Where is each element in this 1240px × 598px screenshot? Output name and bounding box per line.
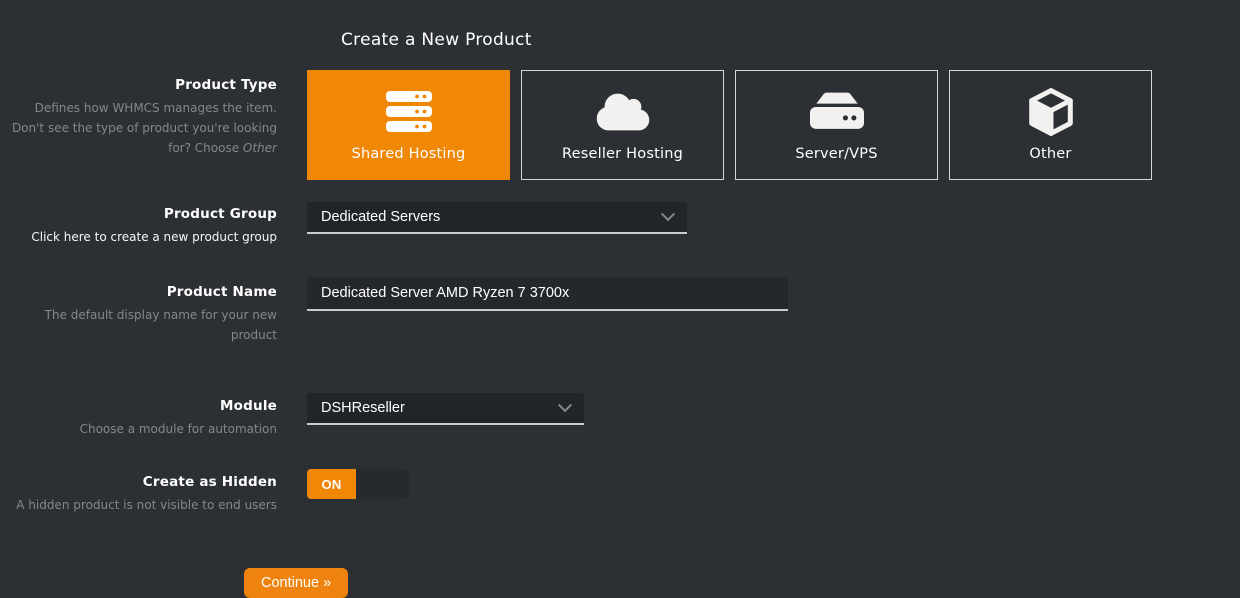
product-type-description-text: Defines how WHMCS manages the item. Don'… xyxy=(12,101,277,155)
create-product-page: Create a New Product Product Type Define… xyxy=(0,0,1240,535)
product-type-option-shared-hosting[interactable]: Shared Hosting xyxy=(307,70,510,180)
module-selected-value: DSHReseller xyxy=(321,400,405,416)
product-type-options: Shared Hosting Reseller Hosting xyxy=(307,70,1152,180)
product-name-input[interactable] xyxy=(307,277,788,311)
chevron-down-icon xyxy=(558,398,572,412)
product-type-option-label: Shared Hosting xyxy=(352,146,466,162)
product-type-option-label: Reseller Hosting xyxy=(562,146,683,162)
toggle-on-segment: ON xyxy=(307,469,356,499)
server-stack-icon xyxy=(386,89,432,135)
toggle-off-segment xyxy=(356,469,409,499)
product-type-option-reseller-hosting[interactable]: Reseller Hosting xyxy=(521,70,724,180)
chevron-down-icon xyxy=(661,207,675,221)
module-select[interactable]: DSHReseller xyxy=(307,393,584,425)
module-label-col: Module Choose a module for automation xyxy=(0,393,307,439)
product-group-select[interactable]: Dedicated Servers xyxy=(307,202,687,234)
create-as-hidden-description: A hidden product is not visible to end u… xyxy=(0,495,277,515)
product-type-option-other[interactable]: Other xyxy=(949,70,1152,180)
product-group-row: Product Group Click here to create a new… xyxy=(0,202,1240,247)
product-group-label-col: Product Group Click here to create a new… xyxy=(0,202,307,247)
continue-button[interactable]: Continue » xyxy=(244,568,348,598)
module-row: Module Choose a module for automation DS… xyxy=(0,393,1240,439)
product-type-option-label: Other xyxy=(1029,146,1071,162)
product-type-option-server-vps[interactable]: Server/VPS xyxy=(735,70,938,180)
cube-icon xyxy=(1028,89,1074,135)
cloud-icon xyxy=(595,89,651,135)
product-name-label-col: Product Name The default display name fo… xyxy=(0,277,307,345)
hdd-icon xyxy=(810,89,864,135)
product-type-description: Defines how WHMCS manages the item. Don'… xyxy=(0,98,277,158)
create-as-hidden-row: Create as Hidden A hidden product is not… xyxy=(0,469,1240,515)
product-type-description-emphasis: Other xyxy=(243,141,277,155)
product-type-option-label: Server/VPS xyxy=(795,146,877,162)
create-as-hidden-label: Create as Hidden xyxy=(0,474,277,490)
product-type-row: Product Type Defines how WHMCS manages t… xyxy=(0,70,1240,180)
product-type-label: Product Type xyxy=(0,77,277,93)
product-name-row: Product Name The default display name fo… xyxy=(0,277,1240,345)
page-title: Create a New Product xyxy=(0,0,1240,50)
module-label: Module xyxy=(0,398,277,414)
product-name-description: The default display name for your new pr… xyxy=(0,305,277,345)
product-name-label: Product Name xyxy=(0,284,277,300)
create-as-hidden-toggle[interactable]: ON xyxy=(307,469,409,499)
create-as-hidden-label-col: Create as Hidden A hidden product is not… xyxy=(0,469,307,515)
product-group-selected-value: Dedicated Servers xyxy=(321,209,440,225)
create-product-group-link[interactable]: Click here to create a new product group xyxy=(0,227,277,247)
product-type-label-col: Product Type Defines how WHMCS manages t… xyxy=(0,70,307,158)
module-description: Choose a module for automation xyxy=(0,419,277,439)
product-group-label: Product Group xyxy=(0,206,277,222)
